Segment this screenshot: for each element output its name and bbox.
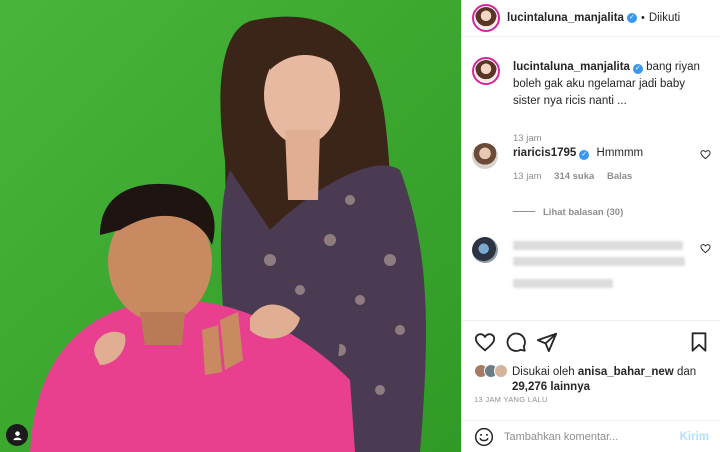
post-actions: Disukai oleh anisa_bahar_new dan 29,276 … <box>462 320 720 398</box>
instagram-post: lucintaluna_manjalita ✓ • Diikuti lucint… <box>0 0 720 452</box>
view-replies-button[interactable]: Lihat balasan (30) <box>513 207 623 218</box>
comment-item-blurred <box>472 237 712 307</box>
commenter-avatar[interactable] <box>472 143 498 169</box>
commenter-username[interactable]: riaricis1795 <box>513 147 576 159</box>
verified-badge-icon: ✓ <box>626 13 637 23</box>
comment-like-heart-icon[interactable] <box>700 243 711 254</box>
caption-text-block: lucintaluna_manjalita ✓ bang riyan boleh … <box>513 59 713 110</box>
replies-divider <box>513 211 535 212</box>
header-separator: • <box>640 12 645 24</box>
photo-scene <box>0 0 461 452</box>
comment-meta: 13 jam 314 suka Balas <box>513 171 632 182</box>
comment-text-block: riaricis1795 ✓ Hmmmm <box>513 147 643 160</box>
liker-avatar <box>494 364 508 378</box>
comments-section: lucintaluna_manjalita ✓ bang riyan boleh … <box>462 37 720 319</box>
comment-input[interactable] <box>504 430 674 443</box>
author-avatar[interactable] <box>472 4 500 32</box>
commenter-avatar[interactable] <box>472 237 498 263</box>
blurred-comment-meta <box>513 279 613 288</box>
liked-by-prefix: Disukai oleh <box>512 366 575 378</box>
post-header: lucintaluna_manjalita ✓ • Diikuti <box>462 0 720 37</box>
send-comment-button[interactable]: Kirim <box>680 431 709 443</box>
like-heart-icon[interactable] <box>474 331 496 353</box>
caption-avatar[interactable] <box>472 57 500 85</box>
caption-username[interactable]: lucintaluna_manjalita <box>513 61 630 73</box>
blurred-comment-text <box>513 257 685 266</box>
blurred-comment-text <box>513 241 683 250</box>
comment-likes[interactable]: 314 suka <box>554 171 594 182</box>
emoji-icon[interactable] <box>474 427 494 447</box>
view-replies-label: Lihat balasan (30) <box>543 207 624 218</box>
comment-item: riaricis1795 ✓ Hmmmm 13 jam 314 suka Bala… <box>472 143 712 223</box>
comment-like-heart-icon[interactable] <box>700 149 711 160</box>
reply-button[interactable]: Balas <box>607 171 632 182</box>
user-icon <box>12 430 22 440</box>
add-comment-bar: Kirim <box>462 420 720 452</box>
verified-badge-icon: ✓ <box>579 150 590 160</box>
follow-status-button[interactable]: Diikuti <box>649 12 680 24</box>
liked-by-count[interactable]: 29,276 lainnya <box>512 381 590 393</box>
liked-by-user[interactable]: anisa_bahar_new <box>578 366 674 378</box>
post-timestamp[interactable]: 13 JAM YANG LALU <box>474 395 548 404</box>
comment-text: Hmmmm <box>596 147 644 159</box>
author-username[interactable]: lucintaluna_manjalita <box>507 12 624 24</box>
liked-by-and: dan <box>676 366 697 378</box>
comment-time: 13 jam <box>513 171 542 182</box>
post-sidebar: lucintaluna_manjalita ✓ • Diikuti lucint… <box>461 0 720 452</box>
liked-by-text: Disukai oleh anisa_bahar_new dan 29,276 … <box>512 365 712 395</box>
tagged-users-button[interactable] <box>6 424 28 446</box>
verified-badge-icon: ✓ <box>632 64 643 74</box>
share-icon[interactable] <box>536 331 558 353</box>
post-photo[interactable] <box>0 0 461 452</box>
comment-icon[interactable] <box>505 331 527 353</box>
bookmark-icon[interactable] <box>688 331 710 353</box>
